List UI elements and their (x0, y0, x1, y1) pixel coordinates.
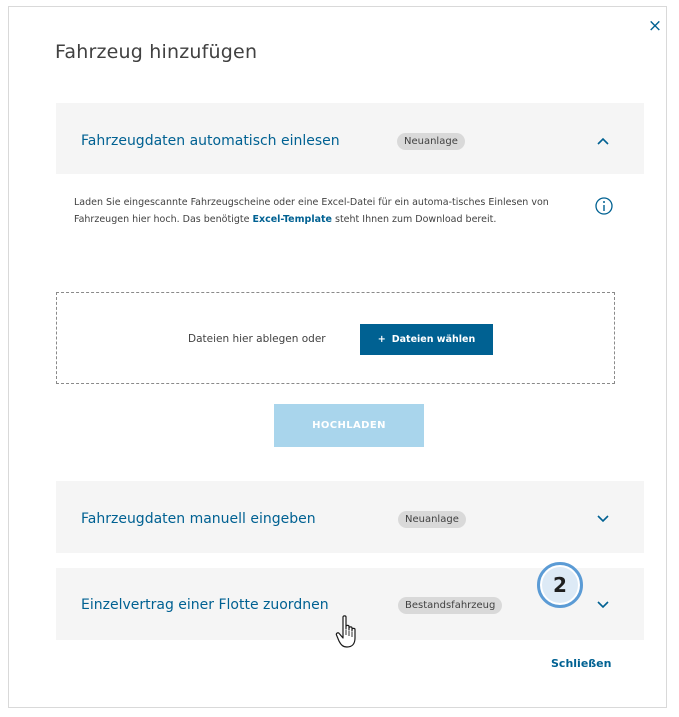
accordion-title: Fahrzeugdaten manuell eingeben (81, 511, 316, 527)
dropzone-label: Dateien hier ablegen oder (188, 333, 326, 345)
info-icon[interactable] (594, 196, 614, 216)
upload-button[interactable]: HOCHLADEN (274, 404, 424, 447)
dialog-title: Fahrzeug hinzufügen (55, 41, 258, 63)
status-badge: Neuanlage (397, 133, 465, 150)
status-badge: Bestandsfahrzeug (398, 597, 503, 614)
choose-files-button[interactable]: + Dateien wählen (360, 324, 493, 355)
chevron-up-icon[interactable] (596, 136, 610, 146)
choose-files-label: Dateien wählen (391, 334, 476, 345)
upload-description: Laden Sie eingescannte Fahrzeugscheine o… (74, 197, 549, 225)
accordion-manual-entry[interactable]: Fahrzeugdaten manuell eingeben Neuanlage (56, 481, 644, 553)
accordion-title: Einzelvertrag einer Flotte zuordnen (81, 597, 329, 613)
close-icon[interactable]: × (646, 17, 664, 35)
accordion-title: Fahrzeugdaten automatisch einlesen (81, 133, 340, 149)
accordion-auto-import-body: Laden Sie eingescannte Fahrzeugscheine o… (56, 174, 644, 467)
file-dropzone[interactable]: Dateien hier ablegen oder + Dateien wähl… (56, 292, 615, 384)
chevron-down-icon[interactable] (596, 513, 610, 523)
step-number-badge: 2 (537, 562, 583, 608)
excel-template-link[interactable]: Excel-Template (252, 214, 332, 225)
accordion-auto-import[interactable]: Fahrzeugdaten automatisch einlesen Neuan… (56, 103, 644, 175)
chevron-down-icon[interactable] (596, 599, 610, 609)
close-link[interactable]: Schließen (551, 657, 611, 670)
status-badge: Neuanlage (398, 511, 466, 528)
hand-pointer-icon (335, 615, 356, 648)
plus-icon: + (377, 334, 386, 345)
